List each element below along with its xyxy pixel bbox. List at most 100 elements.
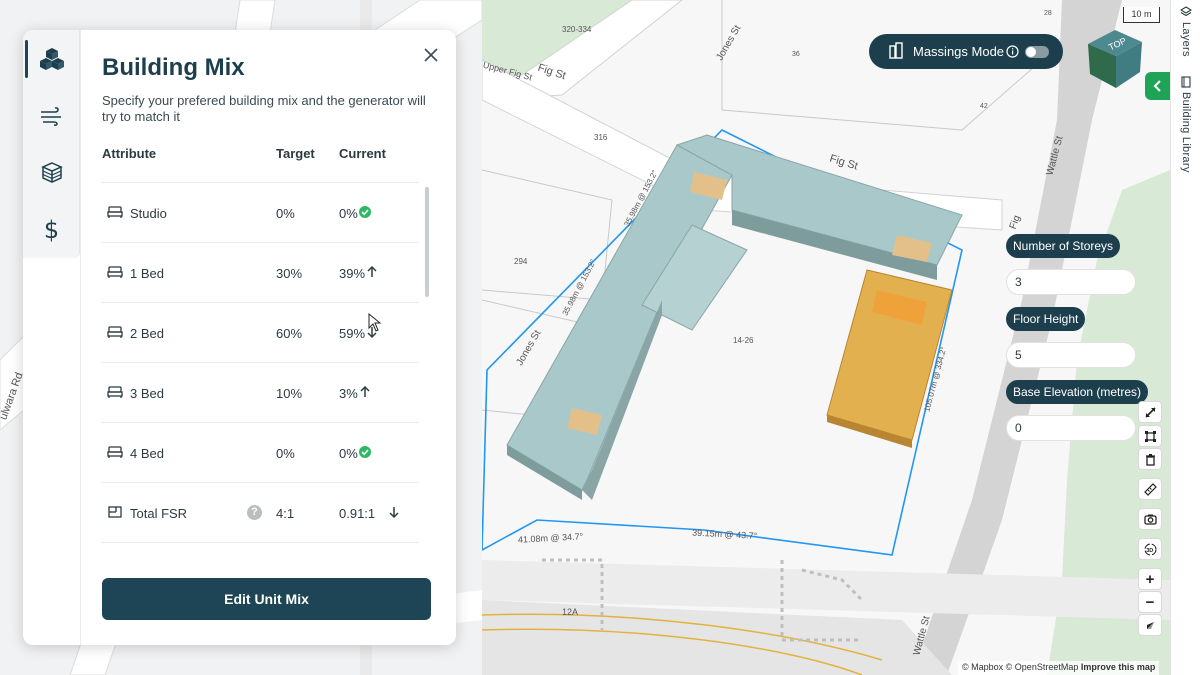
- lot-36: 36: [792, 51, 800, 58]
- row-attribute-label: 3 Bed: [130, 386, 164, 401]
- bed-icon: [107, 206, 123, 218]
- row-target-value: 0%: [276, 206, 295, 221]
- bed-icon: [107, 446, 123, 458]
- ruler-icon: [1143, 482, 1157, 496]
- map-canvas[interactable]: Fig St Fig St Jones St Jones St Wattle S…: [482, 0, 1170, 675]
- stacked-building-icon: [40, 161, 63, 183]
- lot-28: 28: [1044, 10, 1052, 17]
- delete-tool-button[interactable]: [1138, 448, 1162, 470]
- arrow-up-icon: [360, 385, 370, 397]
- row-current-value: 3%: [339, 386, 358, 401]
- polygon-icon: [1144, 430, 1156, 442]
- info-icon[interactable]: [1006, 45, 1019, 58]
- row-attribute-label: Total FSR: [130, 506, 188, 521]
- svg-text:3D: 3D: [1146, 547, 1153, 553]
- base-elevation-label: Base Elevation (metres): [1006, 380, 1149, 404]
- lot-316: 316: [594, 133, 608, 142]
- row-attribute-label: Studio: [130, 206, 167, 221]
- table-row: 3 Bed 10% 3%: [101, 362, 419, 422]
- floor-space-icon: [108, 506, 122, 518]
- 3d-view-button[interactable]: 3D: [1138, 538, 1162, 560]
- massings-mode-toggle[interactable]: Massings Mode: [869, 34, 1063, 69]
- osm-attribution[interactable]: © OpenStreetMap: [1006, 662, 1079, 672]
- zoom-out-button[interactable]: −: [1138, 591, 1162, 613]
- row-target-value: 30%: [276, 266, 303, 281]
- row-current-value: 0%: [339, 206, 358, 221]
- compass-north-icon: [1146, 621, 1154, 629]
- storeys-input[interactable]: [1006, 269, 1136, 295]
- base-elevation-input[interactable]: [1006, 415, 1136, 441]
- panel-tabs: $: [23, 30, 80, 258]
- row-target-value: 60%: [276, 326, 303, 341]
- table-row: Studio 0% 0%: [101, 182, 419, 242]
- edit-unit-mix-button[interactable]: Edit Unit Mix: [102, 578, 431, 620]
- trash-icon: [1145, 453, 1155, 466]
- check-circle-icon: [359, 446, 371, 458]
- wind-icon: [40, 106, 61, 126]
- layers-icon: [1180, 6, 1192, 17]
- layers-tab[interactable]: Layers: [1175, 6, 1197, 57]
- tab-finance[interactable]: $: [23, 201, 80, 258]
- panel-description: Specify your prefered building mix and t…: [102, 93, 426, 124]
- row-current-value: 0.91:1: [339, 506, 376, 521]
- bed-icon: [107, 326, 123, 338]
- building-library-tab[interactable]: Building Library: [1175, 76, 1197, 173]
- minus-icon: −: [1145, 593, 1155, 611]
- column-header-attribute: Attribute: [102, 146, 157, 161]
- right-sidebar: Layers Building Library: [1170, 0, 1200, 675]
- camera-icon: [1143, 514, 1157, 525]
- dollar-icon: $: [43, 215, 60, 244]
- row-target-value: 4:1: [276, 506, 295, 521]
- lot-12a: 12A: [562, 607, 578, 617]
- map-scale: 10 m: [1123, 7, 1160, 23]
- book-icon: [1181, 76, 1191, 88]
- lot-320-334: 320-334: [562, 25, 592, 34]
- row-attribute-label: 2 Bed: [130, 326, 164, 341]
- layers-tab-label: Layers: [1180, 22, 1192, 57]
- column-header-target: Target: [276, 146, 315, 161]
- polygon-tool-button[interactable]: [1138, 425, 1162, 447]
- street-label-jones-st-2: Jones St: [514, 328, 543, 367]
- table-divider: [101, 542, 419, 543]
- building-library-tab-label: Building Library: [1180, 92, 1192, 173]
- row-current-value: 39%: [339, 266, 366, 281]
- measure-tool-button[interactable]: [1138, 478, 1162, 500]
- table-scrollbar[interactable]: [425, 187, 429, 297]
- row-target-value: 10%: [276, 386, 303, 401]
- screenshot-tool-button[interactable]: [1138, 508, 1162, 530]
- street-label-jones-st-1: Jones St: [714, 23, 743, 62]
- massings-mode-switch[interactable]: [1025, 46, 1049, 58]
- massings-mode-label: Massings Mode: [913, 44, 1005, 59]
- reset-north-button[interactable]: [1138, 614, 1162, 636]
- bed-icon: [107, 266, 123, 278]
- zoom-in-button[interactable]: +: [1138, 568, 1162, 590]
- storeys-label: Number of Storeys: [1006, 234, 1121, 258]
- mapbox-attribution[interactable]: © Mapbox: [962, 662, 1003, 672]
- resize-tool-button[interactable]: [1138, 401, 1162, 423]
- map-base: Fig St Fig St Jones St Jones St Wattle S…: [482, 0, 1170, 675]
- dimension-label-5: 39.15m @ 43.7°: [692, 527, 758, 540]
- table-row: 1 Bed 30% 39%: [101, 242, 419, 302]
- row-current-value: 0%: [339, 446, 358, 461]
- tab-layers-3d[interactable]: [23, 144, 80, 201]
- plus-icon: +: [1145, 570, 1155, 588]
- help-icon[interactable]: ?: [247, 505, 262, 520]
- row-attribute-label: 1 Bed: [130, 266, 164, 281]
- street-label-fig-st-2: Fig St: [828, 153, 859, 173]
- map-attribution: © Mapbox © OpenStreetMap Improve this ma…: [958, 661, 1160, 675]
- floor-height-input[interactable]: [1006, 342, 1136, 368]
- row-target-value: 0%: [276, 446, 295, 461]
- buildings-icon: [889, 42, 903, 59]
- close-icon[interactable]: [422, 46, 440, 64]
- tab-wind[interactable]: [23, 87, 80, 144]
- arrow-up-icon: [367, 265, 377, 277]
- floor-height-label: Floor Height: [1006, 307, 1086, 331]
- improve-map-link[interactable]: Improve this map: [1081, 662, 1156, 672]
- bed-icon: [107, 386, 123, 398]
- collapse-sidebar-button[interactable]: [1145, 72, 1171, 100]
- arrow-down-icon: [389, 507, 399, 519]
- building-mix-panel: $ Building Mix Specify your prefered bui…: [23, 30, 456, 645]
- compass-cube-icon[interactable]: TOP: [1086, 28, 1144, 90]
- rotate-3d-icon: 3D: [1143, 542, 1157, 556]
- tab-building-mix[interactable]: [23, 30, 80, 87]
